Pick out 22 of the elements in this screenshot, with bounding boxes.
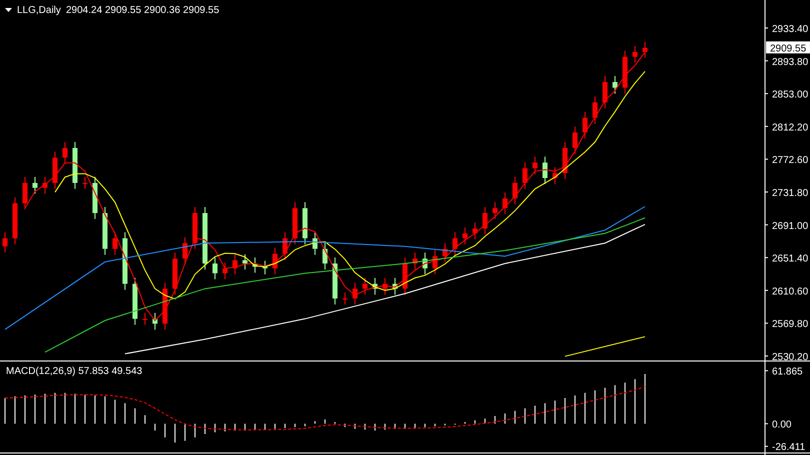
axis-label: 0.00: [772, 420, 792, 431]
axis-label: 2893.80: [772, 56, 808, 68]
axis-label: 2691.00: [772, 220, 808, 232]
axis-label: 2610.60: [772, 286, 808, 298]
axis-label: 61.865: [772, 366, 803, 378]
axis-label: 2853.00: [772, 90, 808, 101]
axis-label: 2530.20: [772, 352, 808, 362]
macd-label: MACD(12,26,9) 57.853 49.543: [6, 366, 142, 377]
axis-label: -26.411: [772, 442, 806, 453]
ohlc-value: 2900.36: [144, 5, 180, 16]
axis-label: 2933.40: [772, 24, 808, 35]
axis-label: 2772.60: [772, 155, 808, 166]
axis-label: 2812.20: [772, 122, 808, 134]
ohlc-value: 2904.24: [66, 5, 102, 16]
ohlc-value: 2909.55: [183, 5, 220, 16]
current-price-label: 2909.55: [766, 41, 810, 54]
axis-label: 2651.40: [772, 254, 808, 265]
symbol-label: LLG,Daily: [17, 5, 61, 16]
dropdown-triangle-icon[interactable]: [5, 8, 12, 12]
axis-label: 2731.80: [772, 188, 808, 199]
axis-label: 2569.80: [772, 319, 808, 330]
ohlc-value: 2909.55: [105, 5, 142, 16]
